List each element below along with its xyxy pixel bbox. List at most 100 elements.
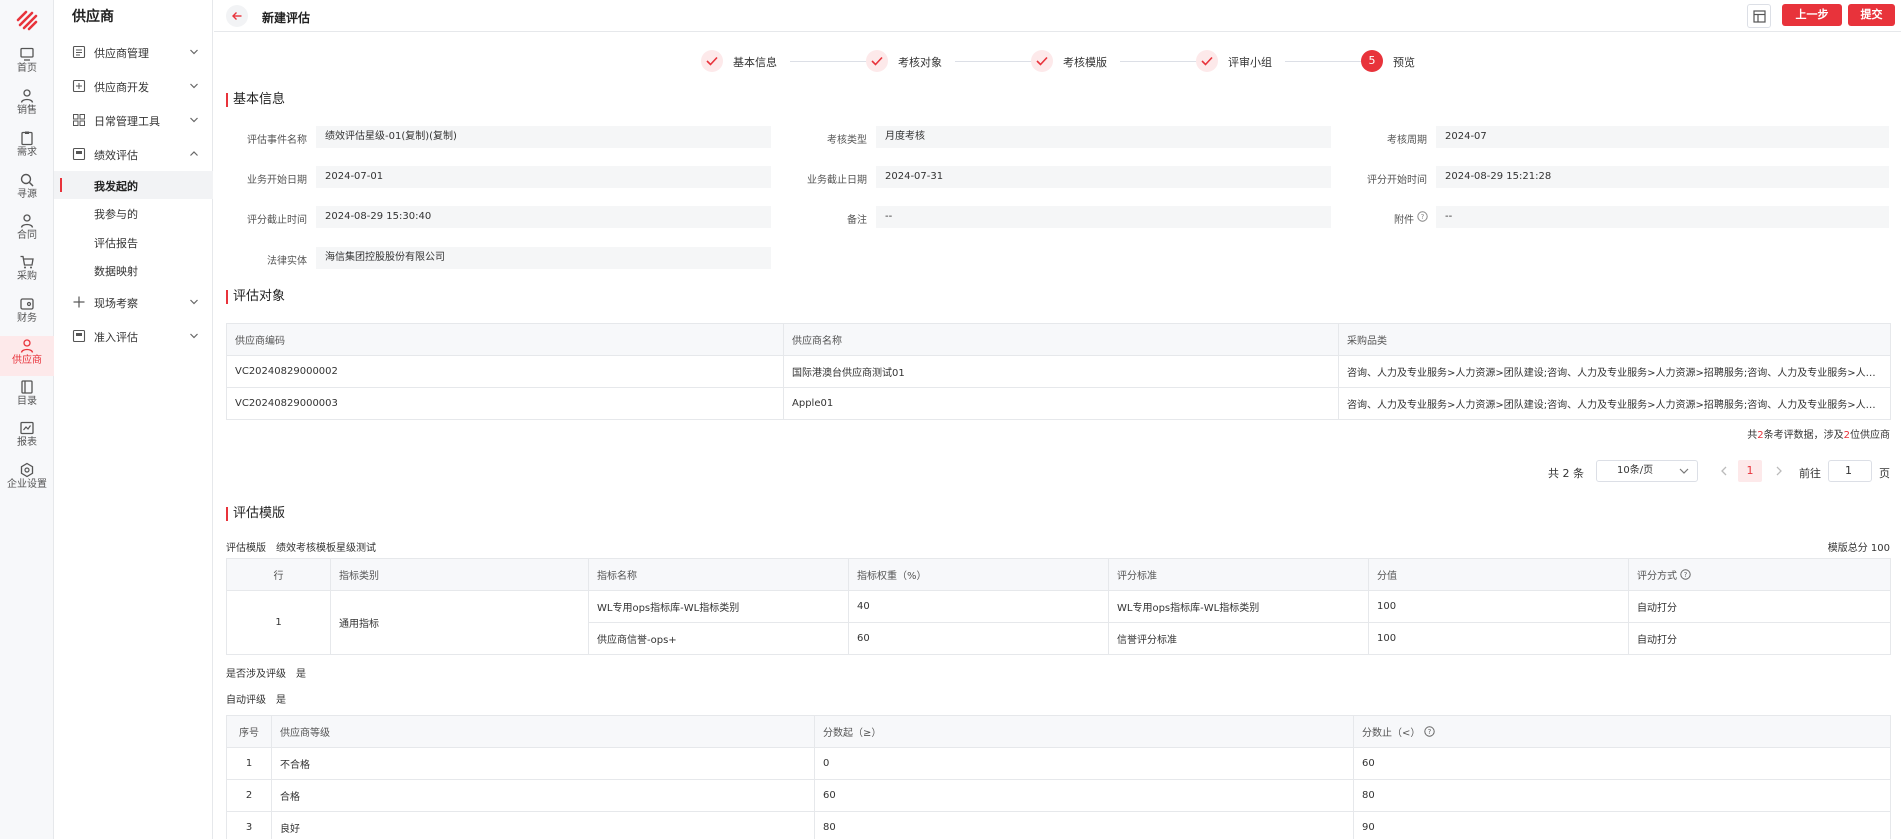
menu-site-inspection[interactable]: 现场考察	[54, 288, 213, 316]
field-label: 法律实体	[267, 256, 307, 267]
field-label: 考核周期	[1387, 135, 1427, 146]
layout-toggle-button[interactable]	[1747, 4, 1771, 28]
rail-item-sourcing[interactable]: 寻源	[0, 170, 54, 210]
purchase-category: 咨询、人力及专业服务>人力资源>团队建设;咨询、人力及专业服务>人力资源>招聘服…	[1338, 355, 1891, 388]
document-icon	[72, 329, 86, 343]
field-value: 2024-07-01	[316, 166, 771, 188]
goto-suffix: 页	[1879, 467, 1890, 480]
menu-label: 供应商开发	[94, 81, 149, 94]
table-row[interactable]: 2 合格 60 80	[226, 779, 1891, 812]
field-business-start: 业务开始日期 2024-07-01	[214, 166, 774, 188]
menu-supplier-management[interactable]: 供应商管理	[54, 38, 213, 66]
layout-icon	[1753, 10, 1766, 23]
table-row[interactable]: 1 通用指标 WL专用ops指标库-WL指标类别 40 WL专用ops指标库-W…	[226, 590, 1891, 655]
scoring-standard: WL专用ops指标库-WL指标类别	[1108, 590, 1369, 623]
menu-performance-evaluation[interactable]: 绩效评估	[54, 140, 213, 168]
rail-item-sales[interactable]: 销售	[0, 86, 54, 126]
cart-icon	[20, 255, 34, 269]
rail-item-catalog[interactable]: 目录	[0, 377, 54, 417]
section-title-template: 评估模版	[226, 507, 285, 521]
goto-page-input[interactable]: 1	[1828, 460, 1872, 482]
chevron-down-icon	[190, 49, 198, 55]
sub-item-evaluation-report[interactable]: 评估报告	[54, 228, 213, 256]
help-icon[interactable]: ?	[1417, 211, 1428, 222]
supplier-name: 国际港澳台供应商测试01	[783, 355, 1339, 388]
menu-label: 绩效评估	[94, 149, 138, 162]
field-label: 评分开始时间	[1367, 175, 1427, 186]
hexagon-icon	[20, 462, 34, 478]
scoring-standard: 信誉评分标准	[1108, 622, 1369, 655]
score-method: 自动打分	[1628, 590, 1891, 623]
sidebar: 供应商 供应商管理 供应商开发 日常管理工具 绩效评估 我发起的 我参与的 评估…	[54, 0, 213, 839]
table-row[interactable]: 1 不合格 0 60	[226, 747, 1891, 780]
check-icon	[1201, 56, 1213, 66]
wallet-icon	[20, 298, 34, 310]
rail-label: 供应商	[12, 355, 42, 366]
menu-supplier-development[interactable]: 供应商开发	[54, 72, 213, 100]
column-header: 供应商等级	[271, 715, 815, 748]
rail-item-home[interactable]: 首页	[0, 44, 54, 84]
grade-name: 良好	[271, 811, 815, 839]
prev-step-button[interactable]: 上一步	[1782, 4, 1842, 26]
table-header-row: 行 指标类别 指标名称 指标权重（%） 评分标准 分值 评分方式 ?	[226, 558, 1891, 591]
check-icon	[871, 56, 883, 66]
menu-label: 准入评估	[94, 331, 138, 344]
table-row[interactable]: 3 良好 80 90	[226, 811, 1891, 839]
rail-label: 合同	[17, 230, 37, 241]
rail-item-demand[interactable]: 需求	[0, 128, 54, 168]
help-icon[interactable]: ?	[1423, 726, 1435, 737]
submit-button[interactable]: 提交	[1848, 4, 1895, 26]
plus-icon	[73, 296, 85, 308]
next-page-icon[interactable]	[1774, 465, 1784, 477]
rail-label: 寻源	[17, 189, 37, 200]
step-label: 考核对象	[898, 56, 942, 69]
rail-item-contract[interactable]: 合同	[0, 211, 54, 251]
menu-label: 供应商管理	[94, 47, 149, 60]
sub-item-participated[interactable]: 我参与的	[54, 199, 213, 227]
rail-item-supplier[interactable]: 供应商	[0, 336, 54, 376]
rail-item-settings[interactable]: 企业设置	[0, 460, 54, 500]
auto-rating-line: 自动评级是	[226, 691, 286, 706]
rail-item-report[interactable]: 报表	[0, 418, 54, 458]
grade-index: 1	[226, 747, 272, 780]
menu-admission-evaluation[interactable]: 准入评估	[54, 322, 213, 350]
grade-score-to: 60	[1353, 747, 1891, 780]
step-done-marker	[701, 50, 723, 72]
table-row[interactable]: VC20240829000003 Apple01 咨询、人力及专业服务>人力资源…	[226, 387, 1891, 420]
grade-index: 3	[226, 811, 272, 839]
field-value: 2024-08-29 15:30:40	[316, 206, 771, 228]
help-icon[interactable]: ?	[1680, 569, 1691, 580]
step-done-marker	[1031, 50, 1053, 72]
rail-item-purchase[interactable]: 采购	[0, 252, 54, 292]
page-number-current[interactable]: 1	[1738, 460, 1762, 482]
chart-icon	[20, 421, 34, 435]
rail-label: 目录	[17, 396, 37, 407]
page-size-select[interactable]: 10条/页	[1596, 460, 1698, 482]
person-icon	[20, 214, 34, 228]
step-connector	[790, 61, 868, 62]
field-value: 2024-08-29 15:21:28	[1436, 166, 1889, 188]
indicator-name: 供应商信誉-ops+	[588, 622, 849, 655]
field-label: 业务开始日期	[247, 175, 307, 186]
back-button[interactable]	[226, 5, 248, 27]
grade-score-to: 80	[1353, 779, 1891, 812]
step-label: 预览	[1393, 56, 1415, 69]
sub-item-initiated-by-me[interactable]: 我发起的	[54, 171, 213, 199]
active-indicator	[60, 178, 62, 192]
grade-score-from: 0	[814, 747, 1354, 780]
sub-item-data-mapping[interactable]: 数据映射	[54, 256, 213, 284]
indicator-weight: 60	[848, 622, 1109, 655]
prev-page-icon[interactable]	[1719, 465, 1729, 477]
menu-label: 现场考察	[94, 297, 138, 310]
table-header-row: 供应商编码 供应商名称 采购品类	[226, 323, 1891, 356]
table-row[interactable]: VC20240829000002 国际港澳台供应商测试01 咨询、人力及专业服务…	[226, 355, 1891, 388]
rail-item-finance[interactable]: 财务	[0, 294, 54, 334]
grade-index: 2	[226, 779, 272, 812]
sidebar-title: 供应商	[72, 9, 114, 25]
menu-daily-tools[interactable]: 日常管理工具	[54, 106, 213, 134]
pager-total: 共 2 条	[1548, 467, 1584, 480]
check-icon	[706, 56, 718, 66]
table-header-row: 序号 供应商等级 分数起（≥） 分数止（<） ?	[226, 715, 1891, 748]
svg-text:?: ?	[1421, 213, 1425, 221]
field-event-name: 评估事件名称 绩效评估星级-01(复制)(复制)	[214, 126, 774, 148]
